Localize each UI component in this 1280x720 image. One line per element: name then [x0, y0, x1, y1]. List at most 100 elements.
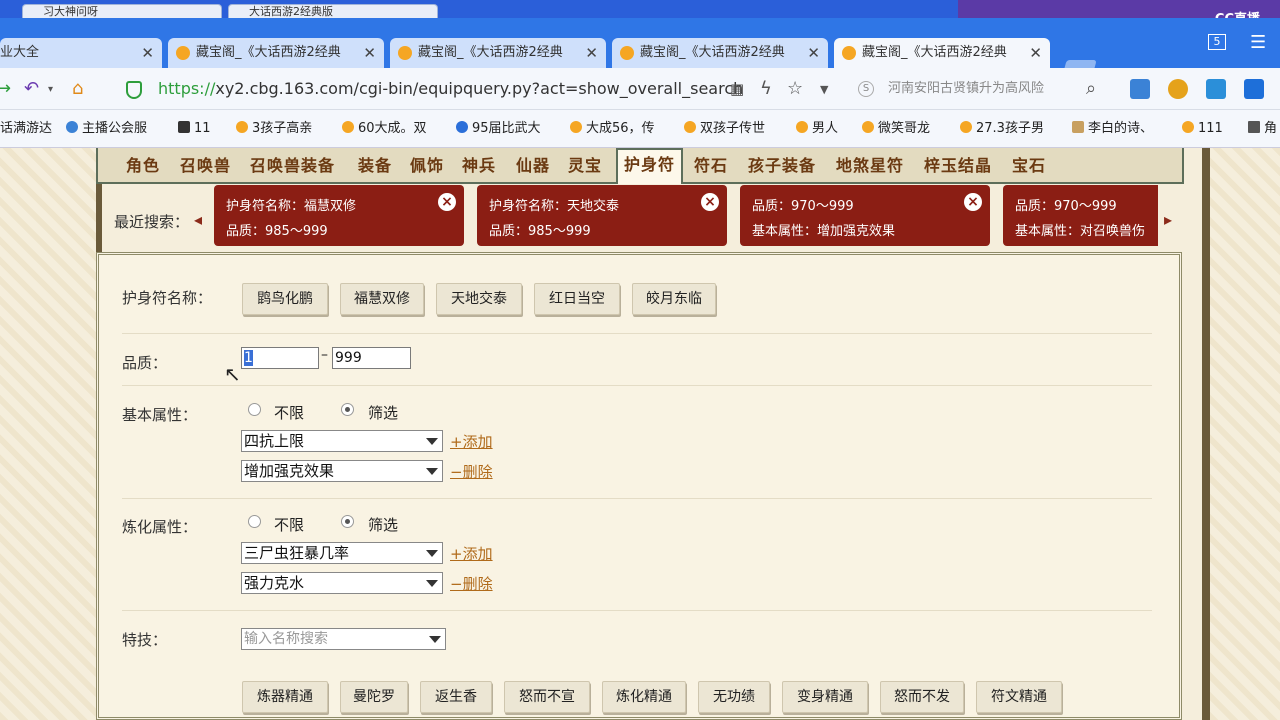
bookmark-label: 主播公会服	[82, 121, 148, 136]
lightning-icon[interactable]: ϟ	[760, 78, 772, 99]
bookmark-label: 李白的诗、	[1088, 121, 1154, 136]
bookmark-label: 95届比武大	[472, 121, 541, 136]
delete-link[interactable]: −删除	[450, 461, 493, 482]
chevron-down-icon[interactable]: ▼	[820, 83, 828, 96]
chip-line: 品质：970～999	[752, 199, 854, 214]
amulet-name-button[interactable]: 鹍鸟化鹏	[242, 283, 328, 315]
skill-button[interactable]: 炼化精通	[602, 681, 686, 713]
bookmark-item[interactable]: 男人	[796, 110, 838, 148]
bookmark-item[interactable]: 角	[1248, 110, 1277, 148]
bookmark-label: 角	[1264, 121, 1278, 136]
bookmark-item[interactable]: 3孩子高亲	[236, 110, 312, 148]
radio-unlimited[interactable]	[248, 515, 261, 528]
quality-min-value: 1	[244, 350, 253, 366]
skill-button[interactable]: 无功绩	[698, 681, 770, 713]
tab-count-icon[interactable]: 5	[1208, 34, 1226, 50]
bookmark-item[interactable]: 主播公会服	[66, 110, 147, 148]
extension-icon[interactable]	[1130, 79, 1150, 99]
recent-search-chip[interactable]: 护身符名称：福慧双修 品质：985～999 ×	[214, 185, 464, 246]
skill-button[interactable]: 符文精通	[976, 681, 1062, 713]
home-icon[interactable]: ⌂	[72, 78, 83, 99]
bookmark-item[interactable]: 微笑哥龙	[862, 110, 930, 148]
tab-bar: 业大全 ✕ 藏宝阁_《大话西游2经典 ✕ 藏宝阁_《大话西游2经典 ✕ 藏宝阁_…	[0, 18, 1280, 80]
refine-attr-select[interactable]: 强力克水	[241, 572, 443, 594]
chevron-right-icon[interactable]: ▸	[1164, 210, 1172, 229]
bookmark-item[interactable]: 话满游达	[0, 110, 52, 148]
skill-button[interactable]: 炼器精通	[242, 681, 328, 713]
close-icon[interactable]: ✕	[363, 38, 376, 68]
key-icon[interactable]	[1168, 79, 1188, 99]
browser-tab[interactable]: 藏宝阁_《大话西游2经典 ✕	[612, 38, 828, 68]
bookmark-item[interactable]: 27.3孩子男	[960, 110, 1044, 148]
bookmark-item[interactable]: 95届比武大	[456, 110, 541, 148]
bookmark-item[interactable]: 李白的诗、	[1072, 110, 1153, 148]
skill-button[interactable]: 曼陀罗	[340, 681, 408, 713]
background-window-tab[interactable]: 习大神问呀	[22, 4, 222, 18]
chevron-left-icon[interactable]: ◂	[194, 210, 202, 229]
recent-search-chip[interactable]: 品质：970～999 基本属性：对召唤兽伤	[1003, 185, 1158, 246]
skill-button[interactable]: 返生香	[420, 681, 492, 713]
radio-unlimited[interactable]	[248, 403, 261, 416]
amulet-name-button[interactable]: 天地交泰	[436, 283, 522, 315]
browser-tab-active[interactable]: 藏宝阁_《大话西游2经典 ✕	[834, 38, 1050, 68]
close-icon[interactable]: ✕	[585, 38, 598, 68]
forward-icon[interactable]: →	[0, 78, 11, 99]
url-field[interactable]: https://xy2.cbg.163.com/cgi-bin/equipque…	[118, 74, 750, 104]
skill-button[interactable]: 怒而不宣	[504, 681, 590, 713]
bookmark-icon	[862, 121, 874, 133]
divider	[122, 498, 1152, 499]
amulet-name-button[interactable]: 皎月东临	[632, 283, 716, 315]
skill-button[interactable]: 怒而不发	[880, 681, 964, 713]
close-icon[interactable]: ✕	[807, 38, 820, 68]
quality-max-input[interactable]: 999	[332, 347, 411, 369]
bookmark-icon	[1248, 121, 1260, 133]
chevron-down-icon	[426, 550, 438, 557]
recent-search-chip[interactable]: 品质：970～999 基本属性：增加强克效果 ×	[740, 185, 990, 246]
qr-code-icon[interactable]: ▦	[730, 80, 744, 98]
delete-link[interactable]: −删除	[450, 573, 493, 594]
radio-filter[interactable]	[341, 403, 354, 416]
add-link[interactable]: +添加	[450, 431, 493, 452]
basic-attr-select[interactable]: 四抗上限	[241, 430, 443, 452]
quality-min-input[interactable]: 1	[241, 347, 319, 369]
amulet-name-button[interactable]: 红日当空	[534, 283, 620, 315]
close-icon[interactable]: ✕	[1029, 38, 1042, 68]
radio-filter[interactable]	[341, 515, 354, 528]
browser-tab[interactable]: 藏宝阁_《大话西游2经典 ✕	[390, 38, 606, 68]
tab-title: 藏宝阁_《大话西游2经典	[640, 45, 785, 60]
menu-icon[interactable]: ☰	[1250, 32, 1266, 53]
close-icon[interactable]: ×	[964, 193, 982, 211]
browser-tab[interactable]: 藏宝阁_《大话西游2经典 ✕	[168, 38, 384, 68]
basic-attr-select[interactable]: 增加强克效果	[241, 460, 443, 482]
skill-search-input[interactable]: 输入名称搜索	[241, 628, 446, 650]
amulet-name-label: 护身符名称：	[122, 289, 213, 307]
amulet-name-button[interactable]: 福慧双修	[340, 283, 424, 315]
refine-attr-select[interactable]: 三尸虫狂暴几率	[241, 542, 443, 564]
search-box[interactable]: S 河南安阳古贤镇升为高风险	[848, 74, 1112, 104]
add-link[interactable]: +添加	[450, 543, 493, 564]
star-icon[interactable]: ☆	[787, 78, 803, 99]
search-icon[interactable]: ⌕	[1086, 78, 1096, 99]
word-icon[interactable]	[1244, 79, 1264, 99]
bookmark-item[interactable]: 11	[178, 110, 211, 148]
recent-search-chip[interactable]: 护身符名称：天地交泰 品质：985～999 ×	[477, 185, 727, 246]
background-window-tab[interactable]: 大话西游2经典版	[228, 4, 438, 18]
bookmark-item[interactable]: 双孩子传世	[684, 110, 765, 148]
tab-category[interactable]: 角色	[126, 152, 160, 176]
browser-tab[interactable]: 业大全 ✕	[0, 38, 162, 68]
bookmark-icon	[66, 121, 78, 133]
close-icon[interactable]: ×	[701, 193, 719, 211]
bookmark-item[interactable]: 60大成。双	[342, 110, 427, 148]
undo-icon[interactable]: ↶	[24, 78, 39, 99]
tab-title: 藏宝阁_《大话西游2经典	[196, 45, 341, 60]
translate-icon[interactable]	[1206, 79, 1226, 99]
close-icon[interactable]: ✕	[141, 38, 154, 68]
close-icon[interactable]: ×	[438, 193, 456, 211]
chevron-down-icon[interactable]: ▾	[48, 84, 53, 95]
bookmark-item[interactable]: 大成56，传	[570, 110, 655, 148]
bookmark-item[interactable]: 111	[1182, 110, 1223, 148]
skill-button[interactable]: 变身精通	[782, 681, 868, 713]
divider	[122, 610, 1152, 611]
frame-right	[1202, 148, 1210, 720]
tab-title: 藏宝阁_《大话西游2经典	[862, 45, 1007, 60]
